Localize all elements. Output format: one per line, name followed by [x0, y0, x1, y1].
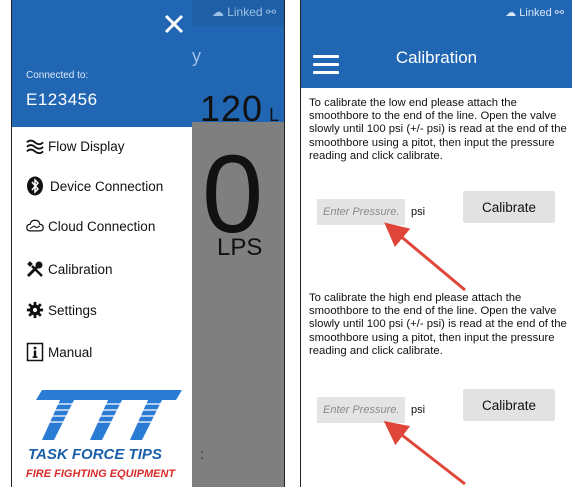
flow-total-reading: 120 L	[200, 88, 281, 129]
nav-item-cloud-connection[interactable]: Cloud Connection	[12, 206, 192, 246]
low-input-arrow-icon	[384, 222, 466, 292]
device-id: E123456	[26, 90, 98, 109]
cloud-icon	[26, 217, 44, 235]
flow-rate-unit: LPS	[217, 234, 263, 261]
nav-item-calibration[interactable]: Calibration	[12, 249, 192, 289]
logo-tagline-text: FIRE FIGHTING EQUIPMENT	[26, 468, 176, 480]
cloud-status-icon: ☁	[211, 5, 224, 19]
bluetooth-icon	[26, 176, 44, 196]
task-force-tips-logo: TASK FORCE TIPS FIRE FIGHTING EQUIPMENT	[22, 380, 192, 487]
nav-item-flow-display[interactable]: Flow Display	[12, 126, 192, 166]
left-phone-screen: ☁ Linked ⚯ y 120 L 0 LPS : Connected to: …	[11, 0, 285, 487]
close-icon[interactable]	[160, 10, 188, 38]
link-icon: ⚯	[265, 5, 276, 19]
drawer-header: Connected to: E123456	[12, 0, 192, 127]
nav-item-manual[interactable]: Manual	[12, 332, 192, 372]
wrench-screwdriver-icon	[26, 260, 44, 278]
nav-item-device-connection[interactable]: Device Connection	[12, 166, 192, 206]
background-fragment: :	[200, 446, 204, 462]
navigation-drawer: Connected to: E123456 Flow Display Devic…	[12, 0, 192, 487]
right-phone-screen: ☁ Linked ⚯ Calibration To calibrate the …	[300, 0, 572, 487]
app-bar-fragment: y	[192, 46, 201, 66]
info-book-icon	[26, 342, 44, 362]
logo-brand-text: TASK FORCE TIPS	[28, 446, 162, 463]
tft-logo-mark-icon	[34, 390, 182, 440]
flow-waves-icon	[26, 137, 44, 155]
annotation-arrows	[383, 222, 466, 486]
gear-icon	[26, 301, 44, 319]
nav-item-settings[interactable]: Settings	[12, 290, 192, 330]
connected-label: Connected to:	[26, 70, 89, 81]
linked-status: ☁ Linked ⚯	[211, 5, 276, 19]
high-input-arrow-icon	[383, 420, 466, 486]
